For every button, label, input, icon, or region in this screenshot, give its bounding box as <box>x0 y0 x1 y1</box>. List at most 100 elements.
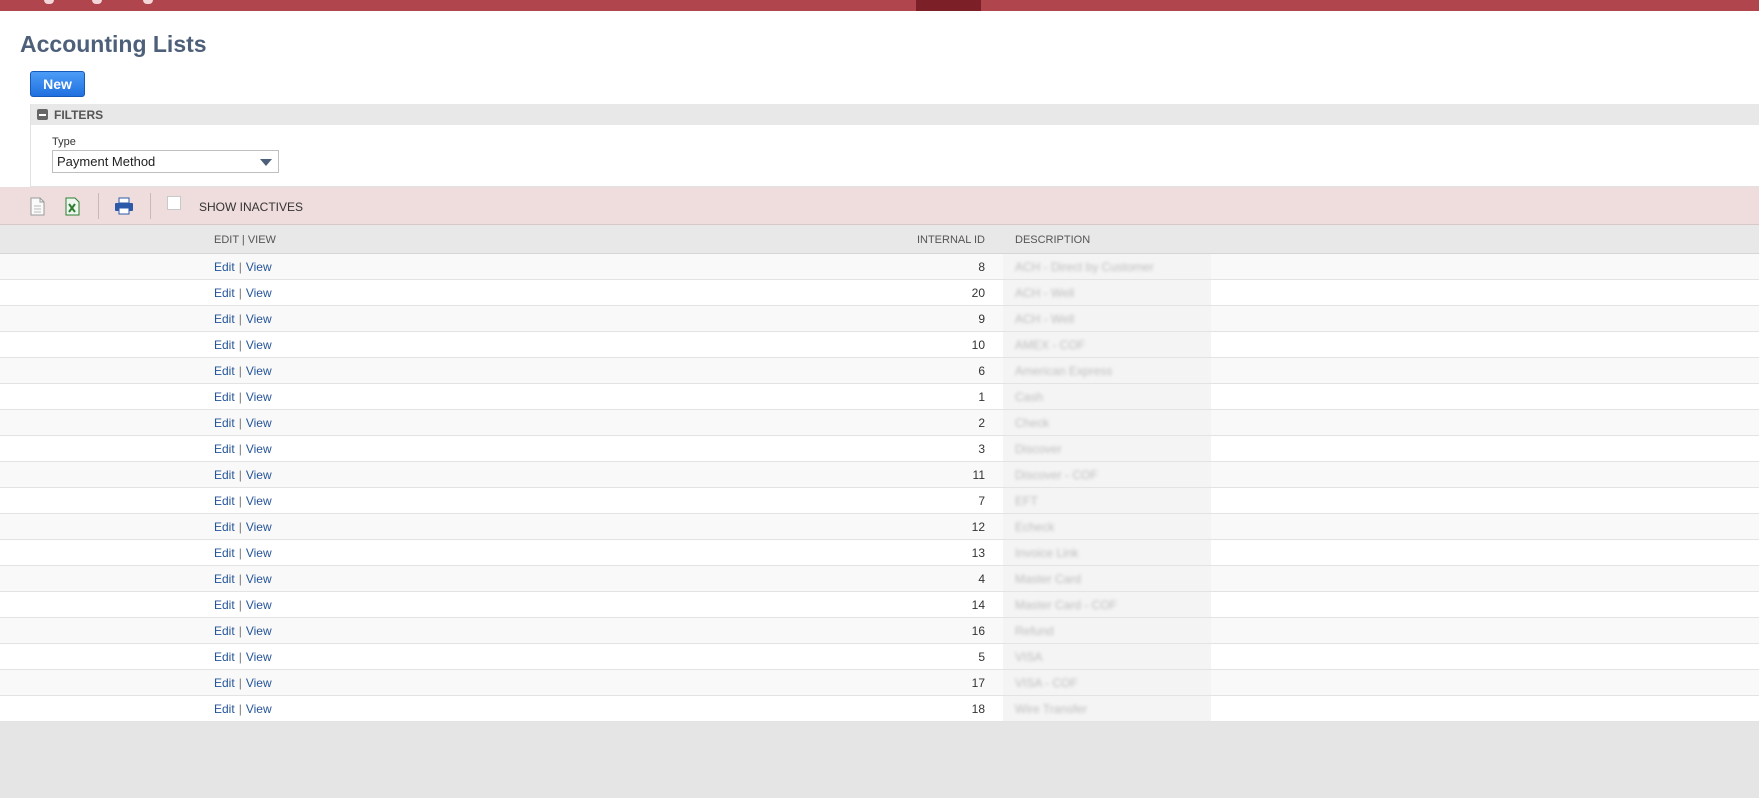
edit-link[interactable]: Edit <box>214 390 235 404</box>
page-title: Accounting Lists <box>20 31 207 57</box>
edit-link[interactable]: Edit <box>214 598 235 612</box>
edit-link[interactable]: Edit <box>214 650 235 664</box>
show-inactives-checkbox[interactable] <box>167 196 181 210</box>
type-select[interactable]: Payment Method <box>52 150 279 173</box>
description-text: ACH - Well <box>1015 312 1075 326</box>
view-link[interactable]: View <box>246 520 272 534</box>
link-separator: | <box>238 676 242 690</box>
nav-icon[interactable] <box>44 0 54 4</box>
filters-panel: FILTERS Type Payment Method <box>30 104 1759 187</box>
edit-link[interactable]: Edit <box>214 624 235 638</box>
view-link[interactable]: View <box>246 312 272 326</box>
row-actions: Edit | View <box>214 702 272 716</box>
table-row: Edit | View 8 ACH - Direct by Customer <box>0 254 1759 280</box>
column-header-description[interactable]: DESCRIPTION <box>1015 234 1090 246</box>
description-text: ACH - Well <box>1015 286 1075 300</box>
row-actions: Edit | View <box>214 676 272 690</box>
edit-link[interactable]: Edit <box>214 338 235 352</box>
view-link[interactable]: View <box>246 546 272 560</box>
list-toolbar: SHOW INACTIVES <box>0 187 1759 225</box>
edit-link[interactable]: Edit <box>214 364 235 378</box>
description-cell: EFT <box>1003 488 1211 513</box>
top-nav-bar <box>0 0 1759 11</box>
chevron-down-icon[interactable] <box>260 159 272 166</box>
edit-link[interactable]: Edit <box>214 260 235 274</box>
link-separator: | <box>238 390 242 404</box>
edit-link[interactable]: Edit <box>214 442 235 456</box>
description-text: Refund <box>1015 624 1054 638</box>
edit-link[interactable]: Edit <box>214 468 235 482</box>
view-link[interactable]: View <box>246 624 272 638</box>
link-separator: | <box>238 286 242 300</box>
description-text: EFT <box>1015 494 1038 508</box>
description-cell: Discover <box>1003 436 1211 461</box>
edit-link[interactable]: Edit <box>214 520 235 534</box>
view-link[interactable]: View <box>246 702 272 716</box>
collapse-icon[interactable] <box>37 109 48 120</box>
description-text: Invoice Link <box>1015 546 1079 560</box>
description-cell: Refund <box>1003 618 1211 643</box>
internal-id-cell: 4 <box>978 572 985 586</box>
description-cell: AMEX - COF <box>1003 332 1211 357</box>
view-link[interactable]: View <box>246 390 272 404</box>
internal-id-cell: 9 <box>978 312 985 326</box>
view-link[interactable]: View <box>246 364 272 378</box>
page-body: Accounting Lists New FILTERS Type Paymen… <box>0 11 1759 187</box>
view-link[interactable]: View <box>246 468 272 482</box>
column-header-edit-view[interactable]: EDIT | VIEW <box>214 234 276 246</box>
row-actions: Edit | View <box>214 312 272 326</box>
results-table: EDIT | VIEW INTERNAL ID DESCRIPTION Edit… <box>0 225 1759 722</box>
view-link[interactable]: View <box>246 676 272 690</box>
view-link[interactable]: View <box>246 650 272 664</box>
view-link[interactable]: View <box>246 598 272 612</box>
description-text: Cash <box>1015 390 1044 404</box>
active-nav-tab[interactable] <box>916 0 981 11</box>
description-cell: Wire Transfer <box>1003 696 1211 721</box>
description-text: Echeck <box>1015 520 1055 534</box>
edit-link[interactable]: Edit <box>214 546 235 560</box>
export-excel-icon[interactable] <box>64 197 81 221</box>
print-icon[interactable] <box>114 197 134 220</box>
view-link[interactable]: View <box>246 338 272 352</box>
edit-link[interactable]: Edit <box>214 312 235 326</box>
column-header-internal-id[interactable]: INTERNAL ID <box>917 234 985 246</box>
table-row: Edit | View 12 Echeck <box>0 514 1759 540</box>
internal-id-cell: 18 <box>971 702 985 716</box>
description-cell: Invoice Link <box>1003 540 1211 565</box>
export-csv-icon[interactable] <box>29 197 46 221</box>
view-link[interactable]: View <box>246 260 272 274</box>
table-row: Edit | View 13 Invoice Link <box>0 540 1759 566</box>
table-row: Edit | View 9 ACH - Well <box>0 306 1759 332</box>
filters-header[interactable]: FILTERS <box>31 104 1759 125</box>
description-text: ACH - Direct by Customer <box>1015 260 1154 274</box>
edit-link[interactable]: Edit <box>214 676 235 690</box>
table-row: Edit | View 6 American Express <box>0 358 1759 384</box>
link-separator: | <box>238 468 242 482</box>
edit-link[interactable]: Edit <box>214 572 235 586</box>
new-button[interactable]: New <box>30 71 85 97</box>
internal-id-cell: 11 <box>972 468 985 482</box>
nav-icon[interactable] <box>92 0 102 4</box>
description-cell: ACH - Direct by Customer <box>1003 254 1211 279</box>
edit-link[interactable]: Edit <box>214 416 235 430</box>
description-text: AMEX - COF <box>1015 338 1086 352</box>
edit-link[interactable]: Edit <box>214 702 235 716</box>
row-actions: Edit | View <box>214 650 272 664</box>
table-row: Edit | View 14 Master Card - COF <box>0 592 1759 618</box>
nav-icon[interactable] <box>143 0 153 4</box>
table-row: Edit | View 3 Discover <box>0 436 1759 462</box>
link-separator: | <box>238 494 242 508</box>
view-link[interactable]: View <box>246 572 272 586</box>
view-link[interactable]: View <box>246 416 272 430</box>
type-label: Type <box>52 136 76 148</box>
edit-link[interactable]: Edit <box>214 494 235 508</box>
internal-id-cell: 12 <box>971 520 985 534</box>
description-cell: Discover - COF <box>1003 462 1211 487</box>
edit-link[interactable]: Edit <box>214 286 235 300</box>
internal-id-cell: 20 <box>971 286 985 300</box>
view-link[interactable]: View <box>246 442 272 456</box>
row-actions: Edit | View <box>214 572 272 586</box>
view-link[interactable]: View <box>246 494 272 508</box>
view-link[interactable]: View <box>246 286 272 300</box>
row-actions: Edit | View <box>214 624 272 638</box>
